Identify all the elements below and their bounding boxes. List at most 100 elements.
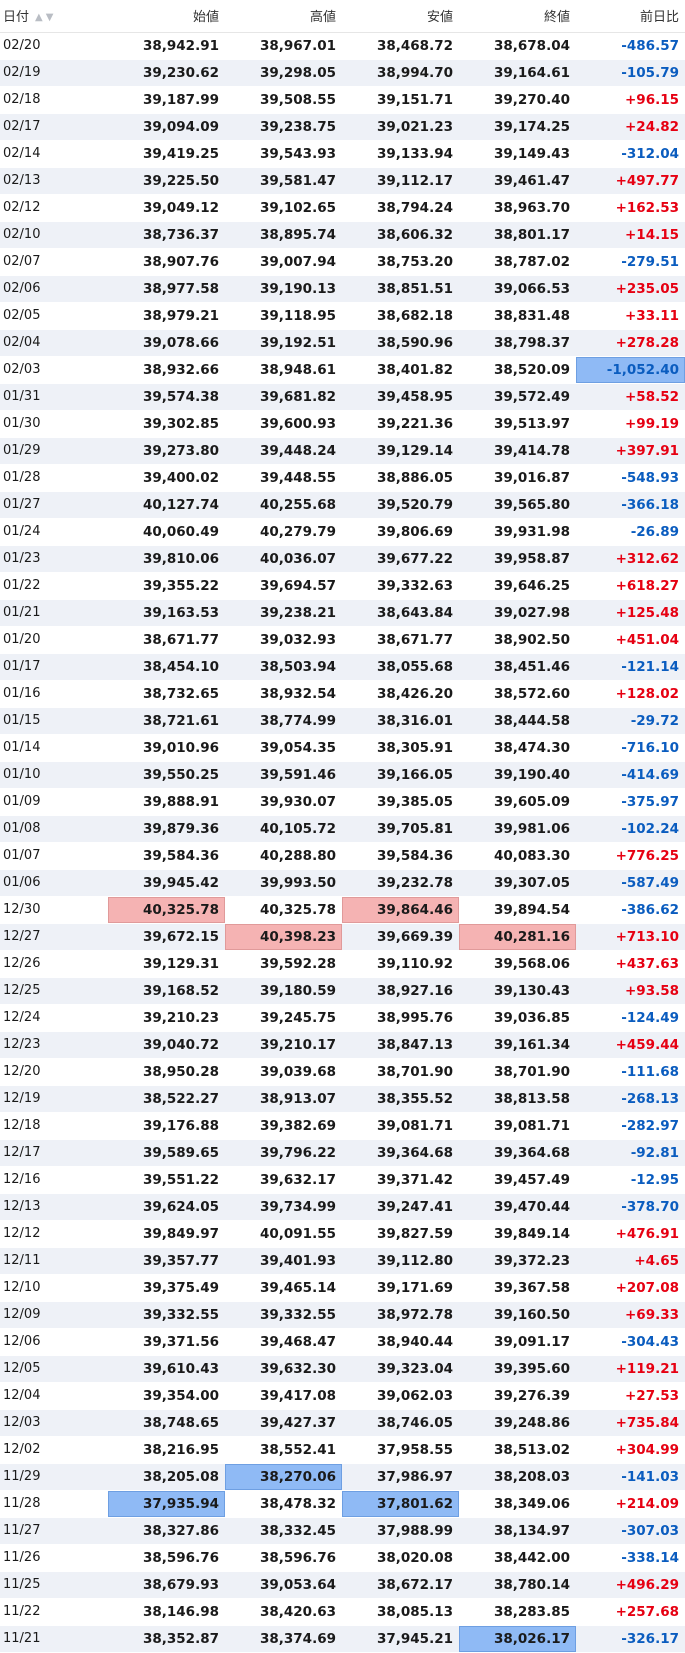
change-cell: +459.44	[576, 1031, 685, 1059]
low-cell: 38,886.05	[342, 464, 459, 492]
sort-icon[interactable]: ▲▼	[35, 12, 56, 23]
close-cell: 38,026.17	[459, 1625, 576, 1653]
low-cell: 38,794.24	[342, 194, 459, 222]
high-cell: 39,632.17	[225, 1166, 342, 1194]
close-cell: 38,513.02	[459, 1436, 576, 1464]
change-cell: +93.58	[576, 977, 685, 1005]
high-cell: 39,681.82	[225, 383, 342, 411]
close-cell: 39,036.85	[459, 1004, 576, 1032]
open-cell: 39,273.80	[108, 437, 225, 465]
table-row: 01/23 39,810.06 40,036.07 39,677.22 39,958.8…	[0, 545, 685, 573]
high-cell: 38,913.07	[225, 1085, 342, 1113]
date-cell: 12/18	[0, 1112, 108, 1140]
open-cell: 38,977.58	[108, 275, 225, 303]
open-cell: 38,596.76	[108, 1544, 225, 1572]
date-cell: 12/25	[0, 977, 108, 1005]
date-cell: 01/09	[0, 788, 108, 816]
date-cell: 12/09	[0, 1301, 108, 1329]
change-cell: -326.17	[576, 1625, 685, 1653]
date-column-header[interactable]: 日付 ▲▼	[0, 0, 108, 33]
high-cell: 38,332.45	[225, 1517, 342, 1545]
close-cell: 39,276.39	[459, 1382, 576, 1410]
table-row: 02/05 38,979.21 39,118.95 38,682.18 38,831.4…	[0, 302, 685, 330]
table-row: 12/16 39,551.22 39,632.17 39,371.42 39,457.4…	[0, 1166, 685, 1194]
close-cell: 39,414.78	[459, 437, 576, 465]
close-cell: 38,451.46	[459, 653, 576, 681]
table-row: 12/24 39,210.23 39,245.75 38,995.76 39,036.8…	[0, 1004, 685, 1032]
change-cell: +397.91	[576, 437, 685, 465]
high-cell: 39,465.14	[225, 1274, 342, 1302]
close-cell: 39,016.87	[459, 464, 576, 492]
table-row: 12/09 39,332.55 39,332.55 38,972.78 39,160.5…	[0, 1301, 685, 1329]
high-cell: 38,774.99	[225, 707, 342, 735]
low-cell: 37,958.55	[342, 1436, 459, 1464]
table-row: 02/19 39,230.62 39,298.05 38,994.70 39,164.6…	[0, 59, 685, 87]
close-cell: 38,134.97	[459, 1517, 576, 1545]
high-cell: 39,007.94	[225, 248, 342, 276]
open-cell: 39,610.43	[108, 1355, 225, 1383]
table-row: 11/29 38,205.08 38,270.06 37,986.97 38,208.0…	[0, 1463, 685, 1491]
date-cell: 12/02	[0, 1436, 108, 1464]
close-cell: 38,349.06	[459, 1490, 576, 1518]
date-cell: 12/12	[0, 1220, 108, 1248]
low-cell: 39,129.14	[342, 437, 459, 465]
table-row: 11/27 38,327.86 38,332.45 37,988.99 38,134.9…	[0, 1517, 685, 1545]
date-cell: 02/18	[0, 86, 108, 114]
open-cell: 39,672.15	[108, 923, 225, 951]
open-cell: 39,332.55	[108, 1301, 225, 1329]
open-cell: 38,950.28	[108, 1058, 225, 1086]
date-cell: 12/26	[0, 950, 108, 978]
change-cell: +14.15	[576, 221, 685, 249]
table-row: 12/05 39,610.43 39,632.30 39,323.04 39,395.6…	[0, 1355, 685, 1383]
open-cell: 39,302.85	[108, 410, 225, 438]
date-cell: 01/22	[0, 572, 108, 600]
date-cell: 11/26	[0, 1544, 108, 1572]
high-cell: 39,039.68	[225, 1058, 342, 1086]
open-cell: 38,327.86	[108, 1517, 225, 1545]
low-cell: 39,081.71	[342, 1112, 459, 1140]
low-column-header: 安値	[342, 0, 459, 33]
date-cell: 02/04	[0, 329, 108, 357]
open-cell: 38,671.77	[108, 626, 225, 654]
close-cell: 39,161.34	[459, 1031, 576, 1059]
table-row: 11/22 38,146.98 38,420.63 38,085.13 38,283.8…	[0, 1598, 685, 1626]
date-cell: 12/17	[0, 1139, 108, 1167]
open-cell: 39,589.65	[108, 1139, 225, 1167]
open-cell: 39,551.22	[108, 1166, 225, 1194]
change-cell: -366.18	[576, 491, 685, 519]
low-cell: 38,927.16	[342, 977, 459, 1005]
change-cell: -307.03	[576, 1517, 685, 1545]
change-cell: +437.63	[576, 950, 685, 978]
change-cell: -716.10	[576, 734, 685, 762]
table-row: 02/04 39,078.66 39,192.51 38,590.96 38,798.3…	[0, 329, 685, 357]
open-cell: 38,352.87	[108, 1625, 225, 1653]
close-cell: 39,066.53	[459, 275, 576, 303]
table-row: 01/06 39,945.42 39,993.50 39,232.78 39,307.0…	[0, 869, 685, 897]
sort-asc-icon[interactable]: ▲	[35, 12, 46, 23]
date-cell: 01/16	[0, 680, 108, 708]
table-row: 11/25 38,679.93 39,053.64 38,672.17 38,780.1…	[0, 1571, 685, 1599]
close-cell: 39,130.43	[459, 977, 576, 1005]
date-cell: 02/20	[0, 32, 108, 60]
change-cell: -312.04	[576, 140, 685, 168]
high-cell: 40,398.23	[225, 923, 342, 951]
low-cell: 38,701.90	[342, 1058, 459, 1086]
open-cell: 38,748.65	[108, 1409, 225, 1437]
high-cell: 39,245.75	[225, 1004, 342, 1032]
low-cell: 39,110.92	[342, 950, 459, 978]
date-cell: 11/21	[0, 1625, 108, 1653]
low-cell: 38,590.96	[342, 329, 459, 357]
low-cell: 39,166.05	[342, 761, 459, 789]
low-cell: 39,062.03	[342, 1382, 459, 1410]
close-cell: 39,174.25	[459, 113, 576, 141]
change-cell: +496.29	[576, 1571, 685, 1599]
date-cell: 12/04	[0, 1382, 108, 1410]
table-row: 01/07 39,584.36 40,288.80 39,584.36 40,083.3…	[0, 842, 685, 870]
sort-desc-icon[interactable]: ▼	[46, 12, 57, 23]
open-cell: 38,216.95	[108, 1436, 225, 1464]
close-cell: 39,894.54	[459, 896, 576, 924]
low-cell: 38,994.70	[342, 59, 459, 87]
change-cell: -92.81	[576, 1139, 685, 1167]
low-cell: 38,672.17	[342, 1571, 459, 1599]
change-cell: -375.97	[576, 788, 685, 816]
